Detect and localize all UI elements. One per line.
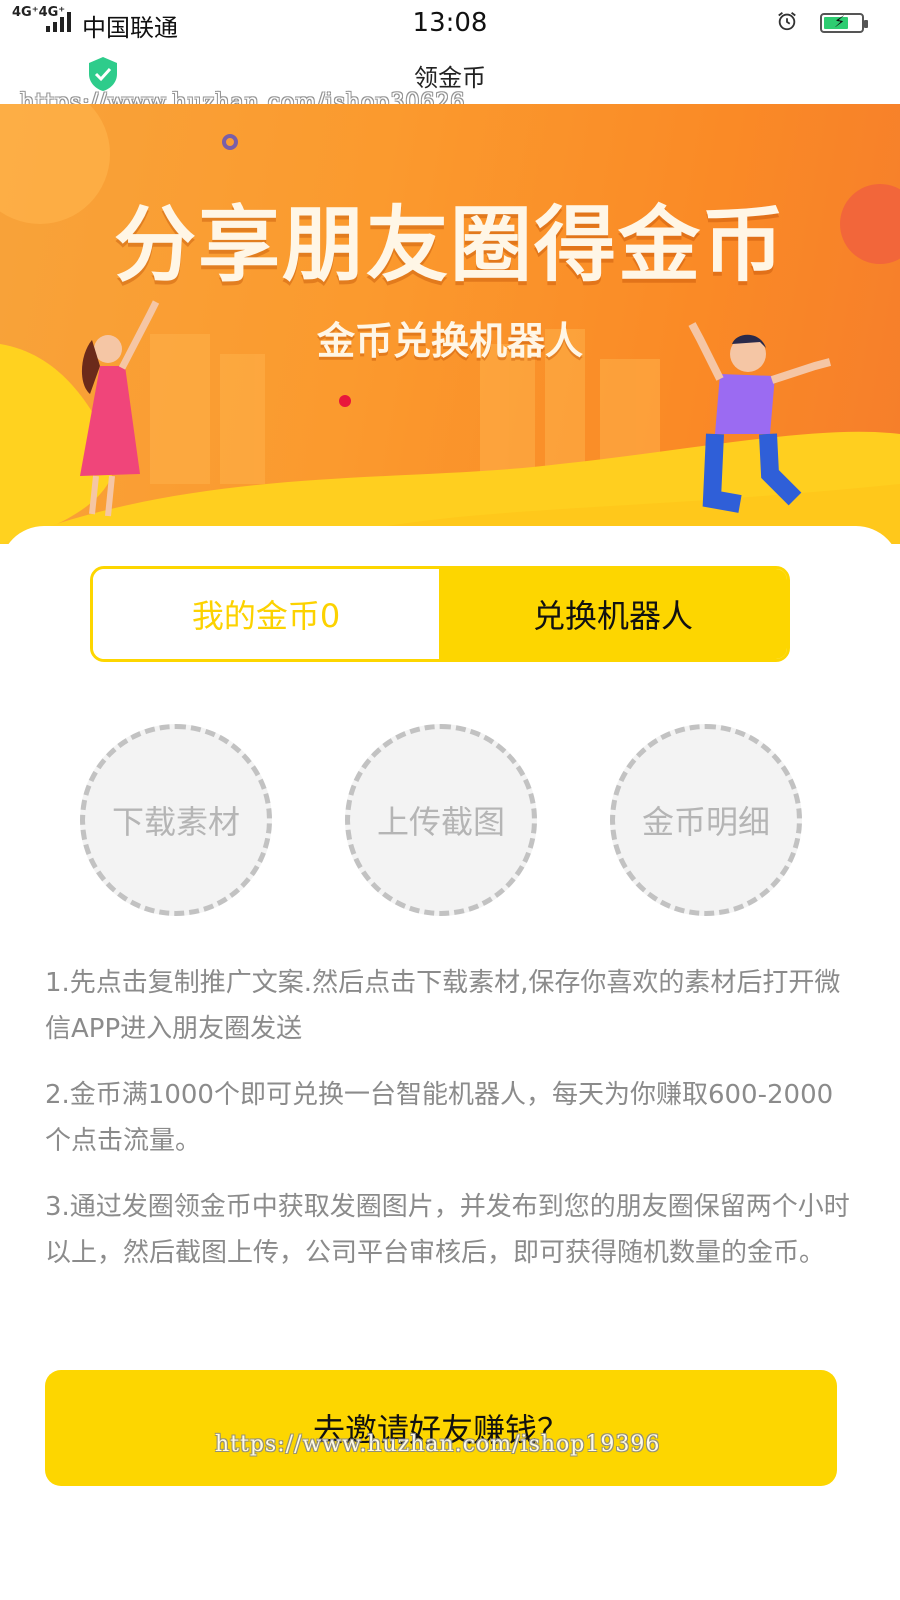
- invite-friends-button[interactable]: 去邀请好友赚钱？: [45, 1370, 837, 1486]
- rule-item: 1.先点击复制推广文案.然后点击下载素材,保存你喜欢的素材后打开微信APP进入朋…: [45, 968, 841, 1044]
- exchange-robot-tab[interactable]: 兑换机器人: [439, 569, 787, 659]
- download-material-button[interactable]: 下载素材: [80, 724, 272, 916]
- alarm-icon: [778, 12, 796, 31]
- status-bar: 4G⁺4G⁺ 中国联通 13:08 ⚡: [0, 0, 900, 46]
- watermark-text: https://www.huzhan.com/ishop19396: [215, 1432, 661, 1457]
- banner-subtitle: 金币兑换机器人: [316, 318, 583, 363]
- segment-toggle: 我的金币0 兑换机器人: [90, 566, 790, 662]
- rule-item: 3.通过发圈领金币中获取发圈图片，并发布到您的朋友圈保留两个小时以上，然后截图上…: [45, 1192, 850, 1268]
- content-panel: 我的金币0 兑换机器人 下载素材 上传截图 金币明细 1.先点击复制推广文案.然…: [0, 526, 900, 1600]
- promo-banner: 分享朋友圈得金币 金币兑换机器人: [0, 104, 900, 544]
- upload-screenshot-button[interactable]: 上传截图: [345, 724, 537, 916]
- my-coins-tab[interactable]: 我的金币0: [93, 569, 439, 659]
- rule-item: 2.金币满1000个即可兑换一台智能机器人，每天为你赚取600-2000个点击流…: [45, 1080, 834, 1156]
- battery-icon: ⚡: [820, 12, 868, 33]
- page-title: 领金币: [414, 64, 486, 92]
- clock: 13:08: [412, 8, 488, 38]
- rules-list: 1.先点击复制推广文案.然后点击下载素材,保存你喜欢的素材后打开微信APP进入朋…: [45, 960, 855, 1296]
- charging-icon: ⚡: [834, 12, 846, 31]
- banner-title: 分享朋友圈得金币: [113, 197, 786, 293]
- coin-details-button[interactable]: 金币明细: [610, 724, 802, 916]
